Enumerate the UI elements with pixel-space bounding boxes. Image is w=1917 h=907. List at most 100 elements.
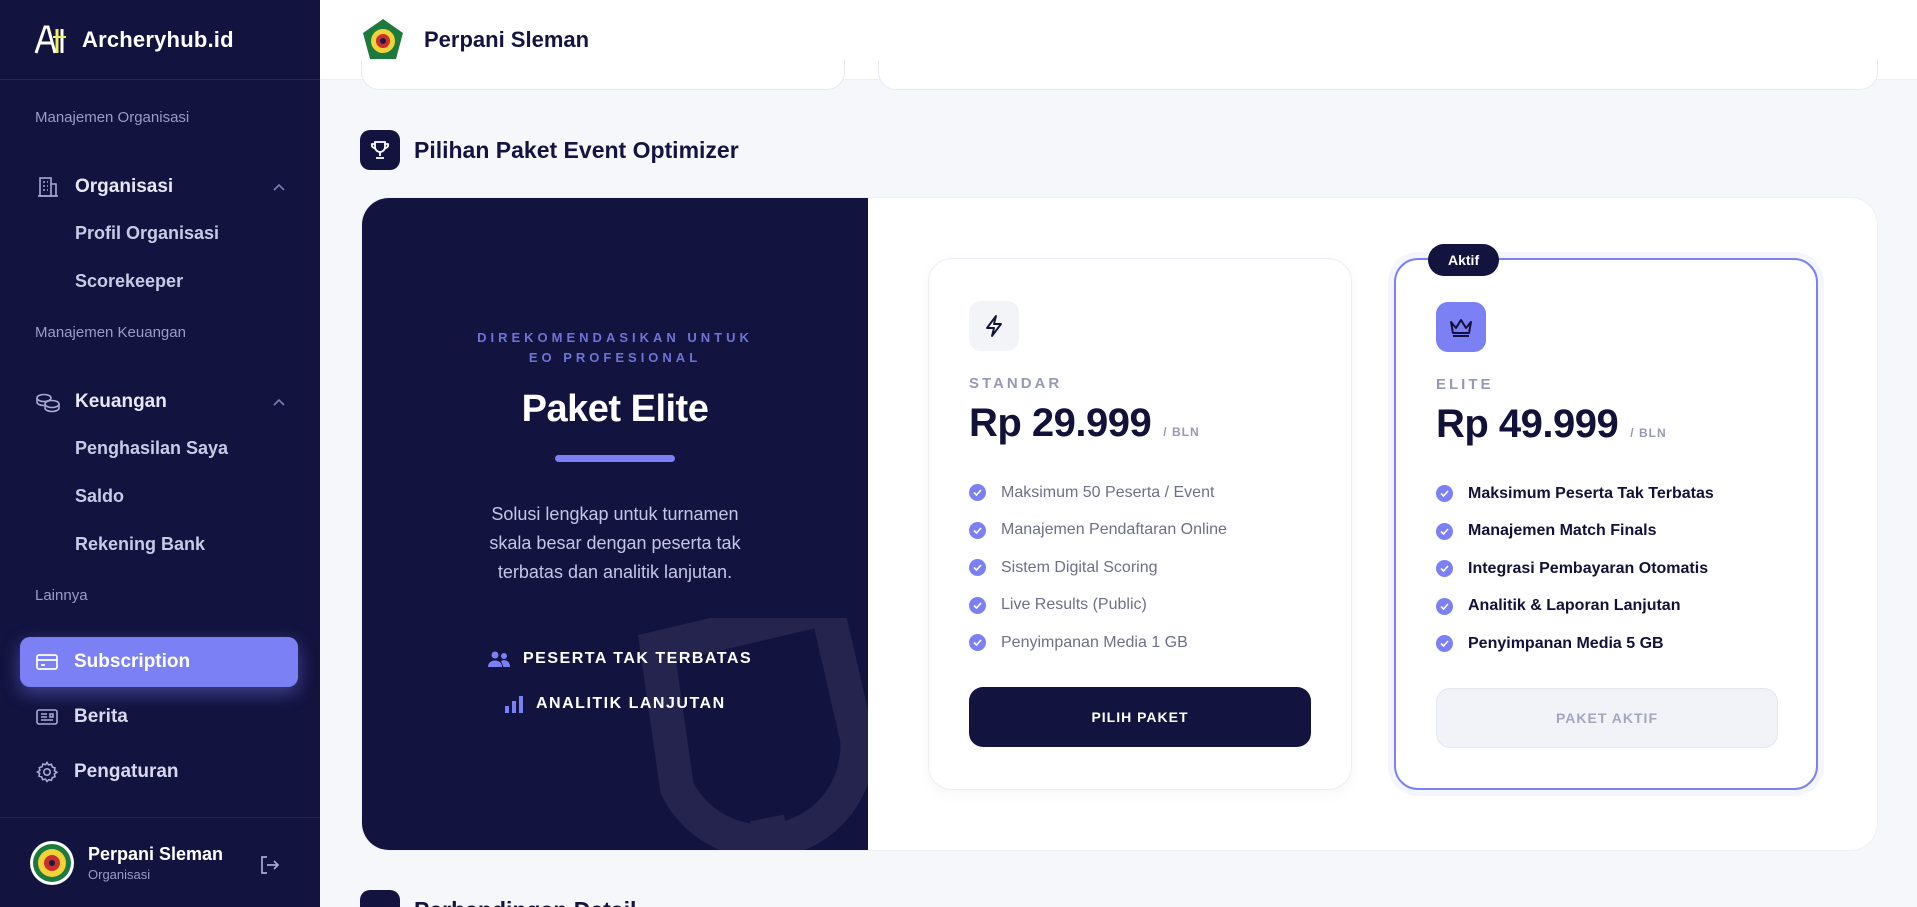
avatar[interactable] [30, 840, 74, 885]
list-item: Penyimpanan Media 5 GB [1436, 625, 1714, 663]
lightning-icon [969, 301, 1019, 351]
plan-name: STANDAR [969, 375, 1063, 392]
list-item: Maksimum 50 Peserta / Event [969, 474, 1227, 512]
next-section-title: Perbandingan Detail [414, 897, 636, 907]
sidebar-item-profil-organisasi[interactable]: Profil Organisasi [75, 223, 219, 244]
list-item: Live Results (Public) [969, 587, 1227, 625]
feature-list: Maksimum Peserta Tak Terbatas Manajemen … [1436, 475, 1714, 663]
sidebar-item-label: Pengaturan [74, 761, 179, 782]
list-item: Penyimpanan Media 1 GB [969, 624, 1227, 662]
feature-text: Manajemen Match Finals [1468, 522, 1657, 540]
section-label-finance: Manajemen Keuangan [35, 324, 186, 341]
archeryhub-logo-icon [32, 22, 68, 58]
perk-unlimited-participants: PESERTA TAK TERBATAS [487, 650, 752, 668]
check-icon [969, 559, 986, 577]
plan-name: ELITE [1436, 376, 1494, 393]
brand[interactable]: Archeryhub.id [0, 0, 320, 80]
feature-text: Integrasi Pembayaran Otomatis [1468, 559, 1709, 577]
user-role: Organisasi [88, 866, 151, 882]
plan-period: / BLN [1163, 425, 1200, 439]
check-icon [969, 521, 986, 539]
title-underline [555, 455, 675, 462]
check-icon [1436, 485, 1453, 503]
perk-advanced-analytics: ANALITIK LANJUTAN [504, 695, 726, 713]
check-icon [969, 596, 986, 614]
perk-label: PESERTA TAK TERBATAS [523, 650, 753, 667]
feature-text: Maksimum 50 Peserta / Event [1001, 483, 1215, 501]
sidebar-item-rekening-bank[interactable]: Rekening Bank [75, 534, 205, 555]
feature-text: Sistem Digital Scoring [1001, 558, 1158, 576]
credit-card-icon [34, 649, 60, 675]
brand-name: Archeryhub.id [82, 26, 234, 52]
sidebar-item-pengaturan[interactable]: Pengaturan [20, 747, 298, 797]
plan-price: Rp 29.999 [969, 401, 1152, 445]
check-icon [969, 484, 986, 502]
feature-text: Live Results (Public) [1001, 596, 1147, 614]
list-item: Manajemen Match Finals [1436, 513, 1714, 551]
building-icon [35, 174, 61, 200]
section-header: Pilihan Paket Event Optimizer [360, 130, 739, 170]
sidebar-item-scorekeeper[interactable]: Scorekeeper [75, 271, 183, 292]
list-item: Manajemen Pendaftaran Online [969, 512, 1227, 550]
previous-card [361, 60, 845, 90]
active-badge: Aktif [1428, 244, 1500, 276]
active-plan-button[interactable]: PAKET AKTIF [1436, 688, 1778, 748]
section-icon [360, 890, 400, 907]
sidebar-item-label: Keuangan [75, 391, 167, 412]
next-section-header: Perbandingan Detail [360, 890, 636, 907]
feature-text: Penyimpanan Media 1 GB [1001, 633, 1188, 651]
plan-card-standard: STANDAR Rp 29.999 / BLN Maksimum 50 Pese… [928, 258, 1352, 790]
list-item: Analitik & Laporan Lanjutan [1436, 588, 1714, 626]
sidebar-item-label: Berita [74, 706, 128, 727]
feature-text: Penyimpanan Media 5 GB [1468, 634, 1664, 652]
featured-panel: DIREKOMENDASIKAN UNTUK EO PROFESIONAL Pa… [362, 198, 868, 850]
plan-card-elite: Aktif ELITE Rp 49.999 / BLN Maksimum Pes… [1394, 244, 1818, 790]
bar-chart-icon [504, 695, 524, 713]
chevron-up-icon[interactable] [273, 180, 285, 194]
sidebar-item-label: Organisasi [75, 176, 174, 197]
crown-icon [1436, 302, 1486, 352]
sidebar-item-label: Subscription [74, 651, 191, 672]
list-item: Maksimum Peserta Tak Terbatas [1436, 475, 1714, 513]
price-row: Rp 29.999 / BLN [969, 401, 1200, 446]
check-icon [1436, 635, 1453, 653]
chevron-up-icon[interactable] [273, 395, 285, 409]
sidebar-item-penghasilan-saya[interactable]: Penghasilan Saya [75, 438, 228, 459]
section-title: Pilihan Paket Event Optimizer [414, 136, 739, 163]
sidebar-item-subscription[interactable]: Subscription [20, 637, 298, 687]
page-title: Perpani Sleman [424, 26, 590, 52]
organization-logo-icon [360, 17, 406, 63]
choose-plan-button[interactable]: PILIH PAKET [969, 687, 1311, 747]
pricing-container: DIREKOMENDASIKAN UNTUK EO PROFESIONAL Pa… [361, 197, 1878, 851]
feature-text: Maksimum Peserta Tak Terbatas [1468, 484, 1714, 502]
check-icon [1436, 560, 1453, 578]
feature-text: Manajemen Pendaftaran Online [1001, 521, 1227, 539]
section-label-org: Manajemen Organisasi [35, 109, 190, 126]
user-name: Perpani Sleman [88, 843, 224, 864]
sidebar-item-organisasi[interactable]: Organisasi [35, 174, 285, 200]
users-icon [487, 650, 511, 668]
price-row: Rp 49.999 / BLN [1436, 402, 1667, 447]
plan-price: Rp 49.999 [1436, 402, 1619, 446]
plan-period: / BLN [1630, 426, 1667, 440]
featured-title: Paket Elite [521, 388, 709, 430]
feature-list: Maksimum 50 Peserta / Event Manajemen Pe… [969, 474, 1227, 662]
sidebar-item-berita[interactable]: Berita [20, 692, 298, 742]
user-profile: Perpani Sleman Organisasi [0, 817, 320, 907]
sidebar-item-keuangan[interactable]: Keuangan [35, 389, 285, 415]
coins-icon [35, 389, 61, 415]
section-label-others: Lainnya [35, 587, 88, 604]
sidebar: Archeryhub.id Manajemen Organisasi Organ… [0, 0, 320, 907]
check-icon [969, 634, 986, 652]
newspaper-icon [34, 704, 60, 730]
sidebar-item-saldo[interactable]: Saldo [75, 486, 124, 507]
list-item: Sistem Digital Scoring [969, 549, 1227, 587]
check-icon [1436, 597, 1453, 615]
previous-card [878, 60, 1878, 90]
check-icon [1436, 522, 1453, 540]
perk-label: ANALITIK LANJUTAN [536, 695, 726, 712]
recommendation-label: DIREKOMENDASIKAN UNTUK EO PROFESIONAL [477, 330, 753, 365]
logout-icon[interactable] [258, 854, 280, 881]
gear-icon [34, 759, 60, 785]
featured-description: Solusi lengkap untuk turnamen skala besa… [489, 504, 741, 582]
